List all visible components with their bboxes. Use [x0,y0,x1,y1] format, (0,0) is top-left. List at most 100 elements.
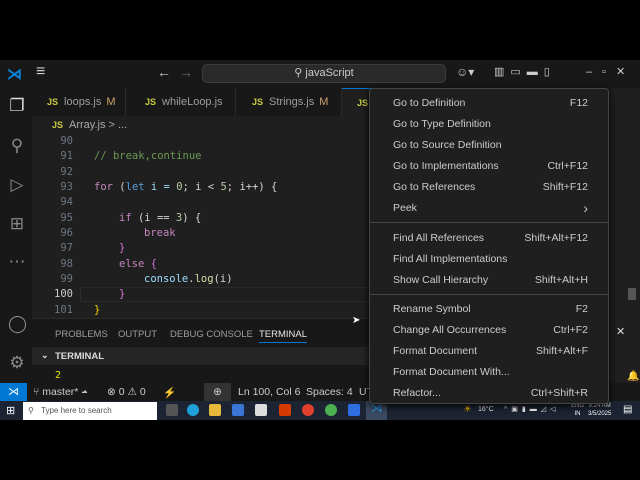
line-number: 99 [60,273,73,285]
tab-label: loops.js [64,96,102,108]
extensions-icon[interactable]: ⊞ [8,215,26,233]
command-center-search[interactable]: ⚲ javaScript [202,64,446,83]
tab-debug-console[interactable]: DEBUG CONSOLE [170,329,253,340]
edge-icon[interactable] [187,404,199,416]
line-number: 96 [60,227,73,239]
menu-divider [370,294,608,295]
menu-go-to-definition[interactable]: Go to Definition F12 [393,93,588,113]
account-icon[interactable]: ◯ [8,315,27,333]
tab-output[interactable]: OUTPUT [118,329,157,340]
date: 3/5/2025 [588,411,612,417]
terminal-output: 2 [55,370,62,381]
notification-center-icon[interactable]: ▤ [623,404,632,415]
menu-go-to-implementations[interactable]: Go to Implementations Ctrl+F12 [393,156,588,176]
breadcrumb-rest: > ... [108,119,128,131]
menu-refactor[interactable]: Refactor... Ctrl+Shift+R [393,383,588,403]
chevron-down-icon: ⌄ [41,350,49,360]
line-number: 94 [60,196,73,208]
layout-icons[interactable]: ▥▭▬▯ [494,65,556,78]
breadcrumb-file: Array.js [69,119,106,131]
vscode-logo-icon: ⋊ [7,66,22,83]
search-icon: ⚲ [294,67,306,79]
branch-item[interactable]: ⑂ master* ☁ [33,386,88,398]
line-number: 95 [60,212,73,224]
sync-icon: ☁ [81,386,88,398]
menu-change-all-occurrences[interactable]: Change All Occurrences Ctrl+F2 [393,320,588,340]
region: IN [574,411,581,417]
weather-icon: ☀ [463,404,472,415]
js-file-icon: JS [145,97,157,107]
scrollbar-thumb[interactable] [628,288,636,300]
zoom-app-icon[interactable] [348,404,360,416]
line-number: 98 [60,258,73,270]
task-view-icon[interactable] [166,404,178,416]
windows-start-icon[interactable]: ⊞ [6,404,15,417]
run-debug-icon[interactable]: ▷ [8,176,26,194]
store-icon[interactable] [232,404,244,416]
search-icon[interactable]: ⚲ [8,137,26,155]
tab-loops[interactable]: JS loops.js M [32,88,126,116]
mouse-cursor-icon: ➤ [352,315,361,326]
weather-temp: 16°C [478,406,494,413]
line-number: 97 [60,242,73,254]
menu-format-document[interactable]: Format Document Shift+Alt+F [393,341,588,361]
close-panel-icon[interactable]: ✕ [616,325,625,338]
menu-format-document-with[interactable]: Format Document With... [393,362,588,382]
menu-find-all-implementations[interactable]: Find All Implementations [393,249,588,269]
remote-indicator-icon[interactable]: ⋊ [0,383,27,401]
search-icon: ⚲ [28,406,34,415]
tab-problems[interactable]: PROBLEMS [55,329,108,340]
tab-label: whileLoop.js [162,96,223,108]
language-indicator[interactable]: ENG IN [571,402,584,418]
error-count: 0 [118,386,125,398]
plug-icon[interactable]: ⚡ [163,386,176,399]
taskbar-search[interactable]: ⚲ Type here to search [23,402,157,420]
breadcrumb[interactable]: JS Array.js > ... [52,119,127,131]
tab-whileloop[interactable]: JS whileLoop.js [130,88,236,116]
terminal-section-header[interactable]: ⌄ TERMINAL [32,347,372,365]
tray-icons[interactable]: ^▣▮▬◿◁ [504,405,560,413]
js-file-icon: JS [357,98,369,108]
clock[interactable]: 9:24 AM 3/5/2025 [588,402,611,418]
menu-find-all-references[interactable]: Find All References Shift+Alt+F12 [393,228,588,248]
search-text: javaScript [305,67,354,79]
warning-icon: ⚠ [127,386,137,398]
git-branch-icon: ⑂ [33,386,43,398]
window-controls[interactable]: –▫✕ [586,65,635,78]
cursor-position[interactable]: Ln 100, Col 6 [238,386,300,398]
menu-icon[interactable]: ≡ [36,63,45,81]
mail-icon[interactable] [255,404,267,416]
menu-go-to-type-definition[interactable]: Go to Type Definition [393,114,588,134]
menu-show-call-hierarchy[interactable]: Show Call Hierarchy Shift+Alt+H [393,270,588,290]
zoom-icon[interactable]: ⊕ [204,383,231,401]
notifications-bell-icon[interactable]: 🔔 [627,371,639,382]
tab-label: Strings.js [269,96,315,108]
forward-arrow-icon[interactable]: → [179,64,193,80]
menu-go-to-references[interactable]: Go to References Shift+F12 [393,177,588,197]
code-line: if (i == 3) { [119,212,202,224]
modified-badge: M [319,96,329,108]
activity-bar: ❐ ⚲ ▷ ⊞ ⋯ ◯ ⚙ [0,88,32,383]
menu-go-to-source-definition[interactable]: Go to Source Definition [393,135,588,155]
line-number: 91 [60,150,73,162]
code-line: else { [119,258,157,270]
js-file-icon: JS [252,97,264,107]
file-explorer-icon[interactable] [209,404,221,416]
problems-item[interactable]: ⊗ 0 ⚠ 0 [107,386,146,398]
code-line: } [119,242,126,254]
more-icon[interactable]: ⋯ [8,253,26,271]
explorer-icon[interactable]: ❐ [8,97,26,115]
chrome-icon[interactable] [325,404,337,416]
settings-gear-icon[interactable]: ⚙ [8,354,26,372]
menu-peek[interactable]: Peek › [393,198,588,218]
tab-strings[interactable]: JS Strings.js M [237,88,342,116]
menu-rename-symbol[interactable]: Rename Symbol F2 [393,299,588,319]
branch-name: master* [42,386,79,398]
indentation[interactable]: Spaces: 4 [306,386,353,398]
back-arrow-icon[interactable]: ← [157,64,171,80]
wps-icon[interactable] [302,404,314,416]
code-line: } [94,304,101,316]
tab-terminal[interactable]: TERMINAL [259,329,308,343]
copilot-icon[interactable]: ☺▾ [456,65,474,79]
office-icon[interactable] [279,404,291,416]
